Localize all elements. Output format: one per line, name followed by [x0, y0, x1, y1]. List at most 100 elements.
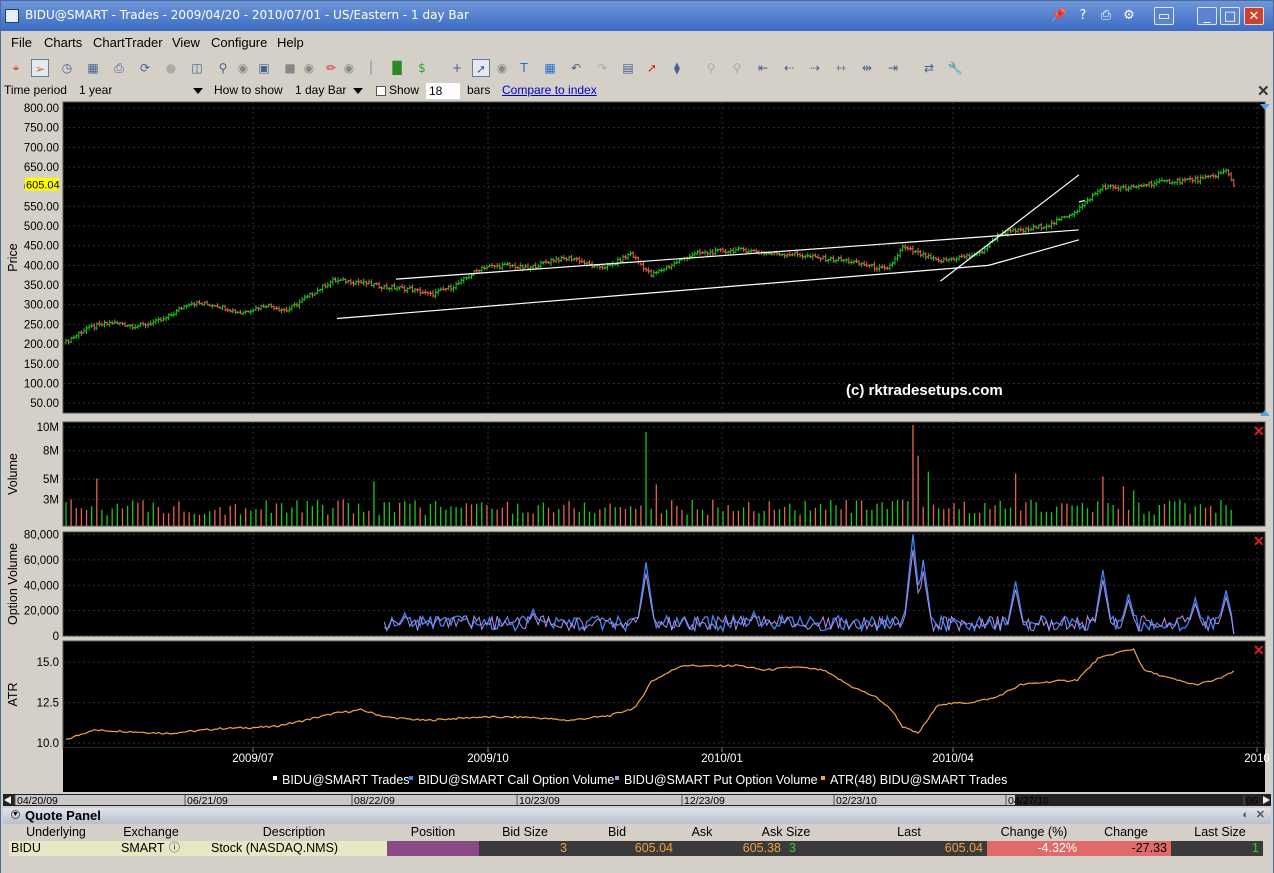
bar-chart-icon[interactable]: █ [388, 59, 406, 77]
crosshair-tool-icon[interactable]: + [448, 59, 466, 77]
show-checkbox[interactable] [376, 86, 386, 96]
quote-header-9[interactable]: Change (%) [987, 825, 1081, 841]
zoom-in-icon[interactable]: ⚲ [702, 59, 720, 77]
quote-header-10[interactable]: Change [1081, 825, 1171, 841]
menu-view[interactable]: View [172, 35, 200, 50]
scroll-start-icon[interactable]: ⇤ [754, 59, 772, 77]
y-tick-label: 8M [43, 446, 59, 458]
quote-cell-last-size[interactable]: 1 [1171, 841, 1263, 856]
zoom-out-icon[interactable]: ⚲ [728, 59, 746, 77]
trendline-tool-icon[interactable]: ➚ [472, 59, 490, 77]
fan-icon[interactable]: ⧫ [668, 59, 686, 77]
quote-cell-change-pct[interactable]: -4.32% [987, 841, 1081, 856]
close-options-icon[interactable]: ✕ [1257, 82, 1270, 100]
undo-icon[interactable]: ↶ [567, 59, 585, 77]
compress-icon[interactable]: ⇹ [858, 59, 876, 77]
quote-header-7[interactable]: Ask Size [741, 825, 831, 841]
quote-header-0[interactable]: Underlying [1, 825, 111, 841]
quote-cell-change[interactable]: -27.33 [1081, 841, 1171, 856]
quote-header-4[interactable]: Bid Size [479, 825, 571, 841]
quote-cell-ask[interactable]: 605.38 [677, 841, 785, 856]
close-panel-icon[interactable]: ✕ [1256, 808, 1265, 821]
quote-cell-ask-size[interactable]: 3 [785, 841, 831, 856]
time-scrollbar: 04/20/09 06/21/09 08/22/09 10/23/09 12/23/09… [3, 794, 1271, 807]
quote-header-8[interactable]: Last [831, 825, 987, 841]
fit-icon[interactable]: ⇿ [832, 59, 850, 77]
image-icon[interactable]: ▣ [255, 59, 273, 77]
how-to-show-select[interactable]: 1 day Bar [293, 83, 365, 99]
y-tick-label: 50.00 [30, 398, 59, 410]
order-icon[interactable]: ▦ [541, 59, 559, 77]
circle-icon[interactable]: ◉ [300, 59, 318, 77]
quote-cell-exchange[interactable]: SMART [101, 841, 201, 856]
show-bars-input[interactable]: 18 [426, 83, 460, 99]
menu-help[interactable]: Help [277, 35, 304, 50]
dollar-icon[interactable]: $ [413, 59, 431, 77]
legend-swatch [273, 776, 277, 780]
maximize-button[interactable]: □ [1220, 7, 1240, 25]
redo-icon[interactable]: ↷ [593, 59, 611, 77]
scroll-right-icon[interactable]: ⇢ [806, 59, 824, 77]
scroll-date-label: 04/20/09 [17, 795, 58, 807]
layout-icon[interactable]: ◫ [188, 59, 206, 77]
x-tick-label: 2010/01 [701, 753, 743, 765]
quote-cell-underlying[interactable]: BIDU [9, 841, 101, 856]
legend-label: BIDU@SMART Trades [282, 773, 410, 787]
draw-line-icon[interactable]: ✏ [322, 59, 340, 77]
y-axis-label: Volume [6, 453, 20, 495]
pin-icon[interactable]: 📌 [1049, 7, 1069, 25]
zoom-area-icon[interactable]: ⚲ [214, 59, 232, 77]
quote-header-1[interactable]: Exchange [101, 825, 201, 841]
clock-icon[interactable]: ◷ [58, 59, 76, 77]
minimize-button[interactable]: _ [1197, 7, 1217, 25]
info-icon[interactable]: ⓘ [169, 841, 183, 856]
quote-header-5[interactable]: Bid [571, 825, 663, 841]
detach-icon[interactable]: ▭ [1154, 7, 1174, 25]
quote-cell-position[interactable] [387, 841, 479, 856]
quote-header-11[interactable]: Last Size [1171, 825, 1269, 841]
grid-icon[interactable]: ▦ [84, 59, 102, 77]
dot-icon[interactable]: ◉ [234, 59, 252, 77]
chart-area[interactable]: 800.00750.00700.00650.00600.00550.00500.… [1, 100, 1273, 807]
compare-to-index-link[interactable]: Compare to index [502, 83, 597, 97]
print-chart-icon[interactable]: ⎙ [110, 59, 128, 77]
refresh-icon[interactable]: ⟳ [136, 59, 154, 77]
quote-header-6[interactable]: Ask [663, 825, 741, 841]
circle-icon-2[interactable]: ◉ [340, 59, 358, 77]
quote-cell-bid[interactable]: 605.04 [571, 841, 677, 856]
square-icon[interactable]: ■ [281, 59, 299, 77]
trend-icon[interactable]: ➚ [643, 59, 661, 77]
quote-cell-last[interactable]: 605.04 [831, 841, 987, 856]
text-tool-icon[interactable]: T [515, 59, 533, 77]
menu-charts[interactable]: Charts [44, 35, 82, 50]
y-tick-label: 150.00 [24, 359, 59, 371]
scroll-end-icon[interactable]: ⇥ [884, 59, 902, 77]
close-button[interactable]: ✕ [1244, 7, 1264, 25]
menu-configure[interactable]: Configure [211, 35, 267, 50]
scroll-left-icon[interactable]: ⇠ [780, 59, 798, 77]
crosshair-icon[interactable]: ⌖ [7, 59, 25, 77]
collapse-icon[interactable]: ▼ [11, 810, 20, 819]
help-icon[interactable]: ? [1073, 7, 1093, 25]
menu-file[interactable]: File [11, 35, 32, 50]
panel-option_volume-plot [62, 531, 1266, 637]
circle-icon-3[interactable]: ◉ [493, 59, 511, 77]
sync-icon[interactable]: ⇄ [920, 59, 938, 77]
y-tick-label: 400.00 [24, 260, 59, 272]
chart-type-icon[interactable]: ▤ [619, 59, 637, 77]
wrench-icon[interactable]: 🔧 [946, 59, 964, 77]
time-period-select[interactable]: 1 year [77, 83, 205, 99]
bars-icon[interactable]: ┃ [362, 59, 380, 77]
quote-cell-description[interactable]: Stock (NASDAQ.NMS) [201, 841, 387, 856]
print-icon[interactable]: ⎙ [1096, 7, 1116, 25]
quote-header-2[interactable]: Description [201, 825, 387, 841]
time-period-label: Time period [4, 83, 67, 97]
pointer-icon[interactable]: ➢ [31, 59, 49, 77]
quote-header-3[interactable]: Position [387, 825, 479, 841]
y-tick-label: 450.00 [24, 241, 59, 253]
menu-charttrader[interactable]: ChartTrader [93, 35, 163, 50]
settings-icon[interactable]: ⚙ [1119, 7, 1139, 25]
detach-panel-icon[interactable]: ◐ [1242, 809, 1249, 821]
disabled-icon[interactable]: ● [162, 59, 180, 77]
quote-cell-bid-size[interactable]: 3 [479, 841, 571, 856]
